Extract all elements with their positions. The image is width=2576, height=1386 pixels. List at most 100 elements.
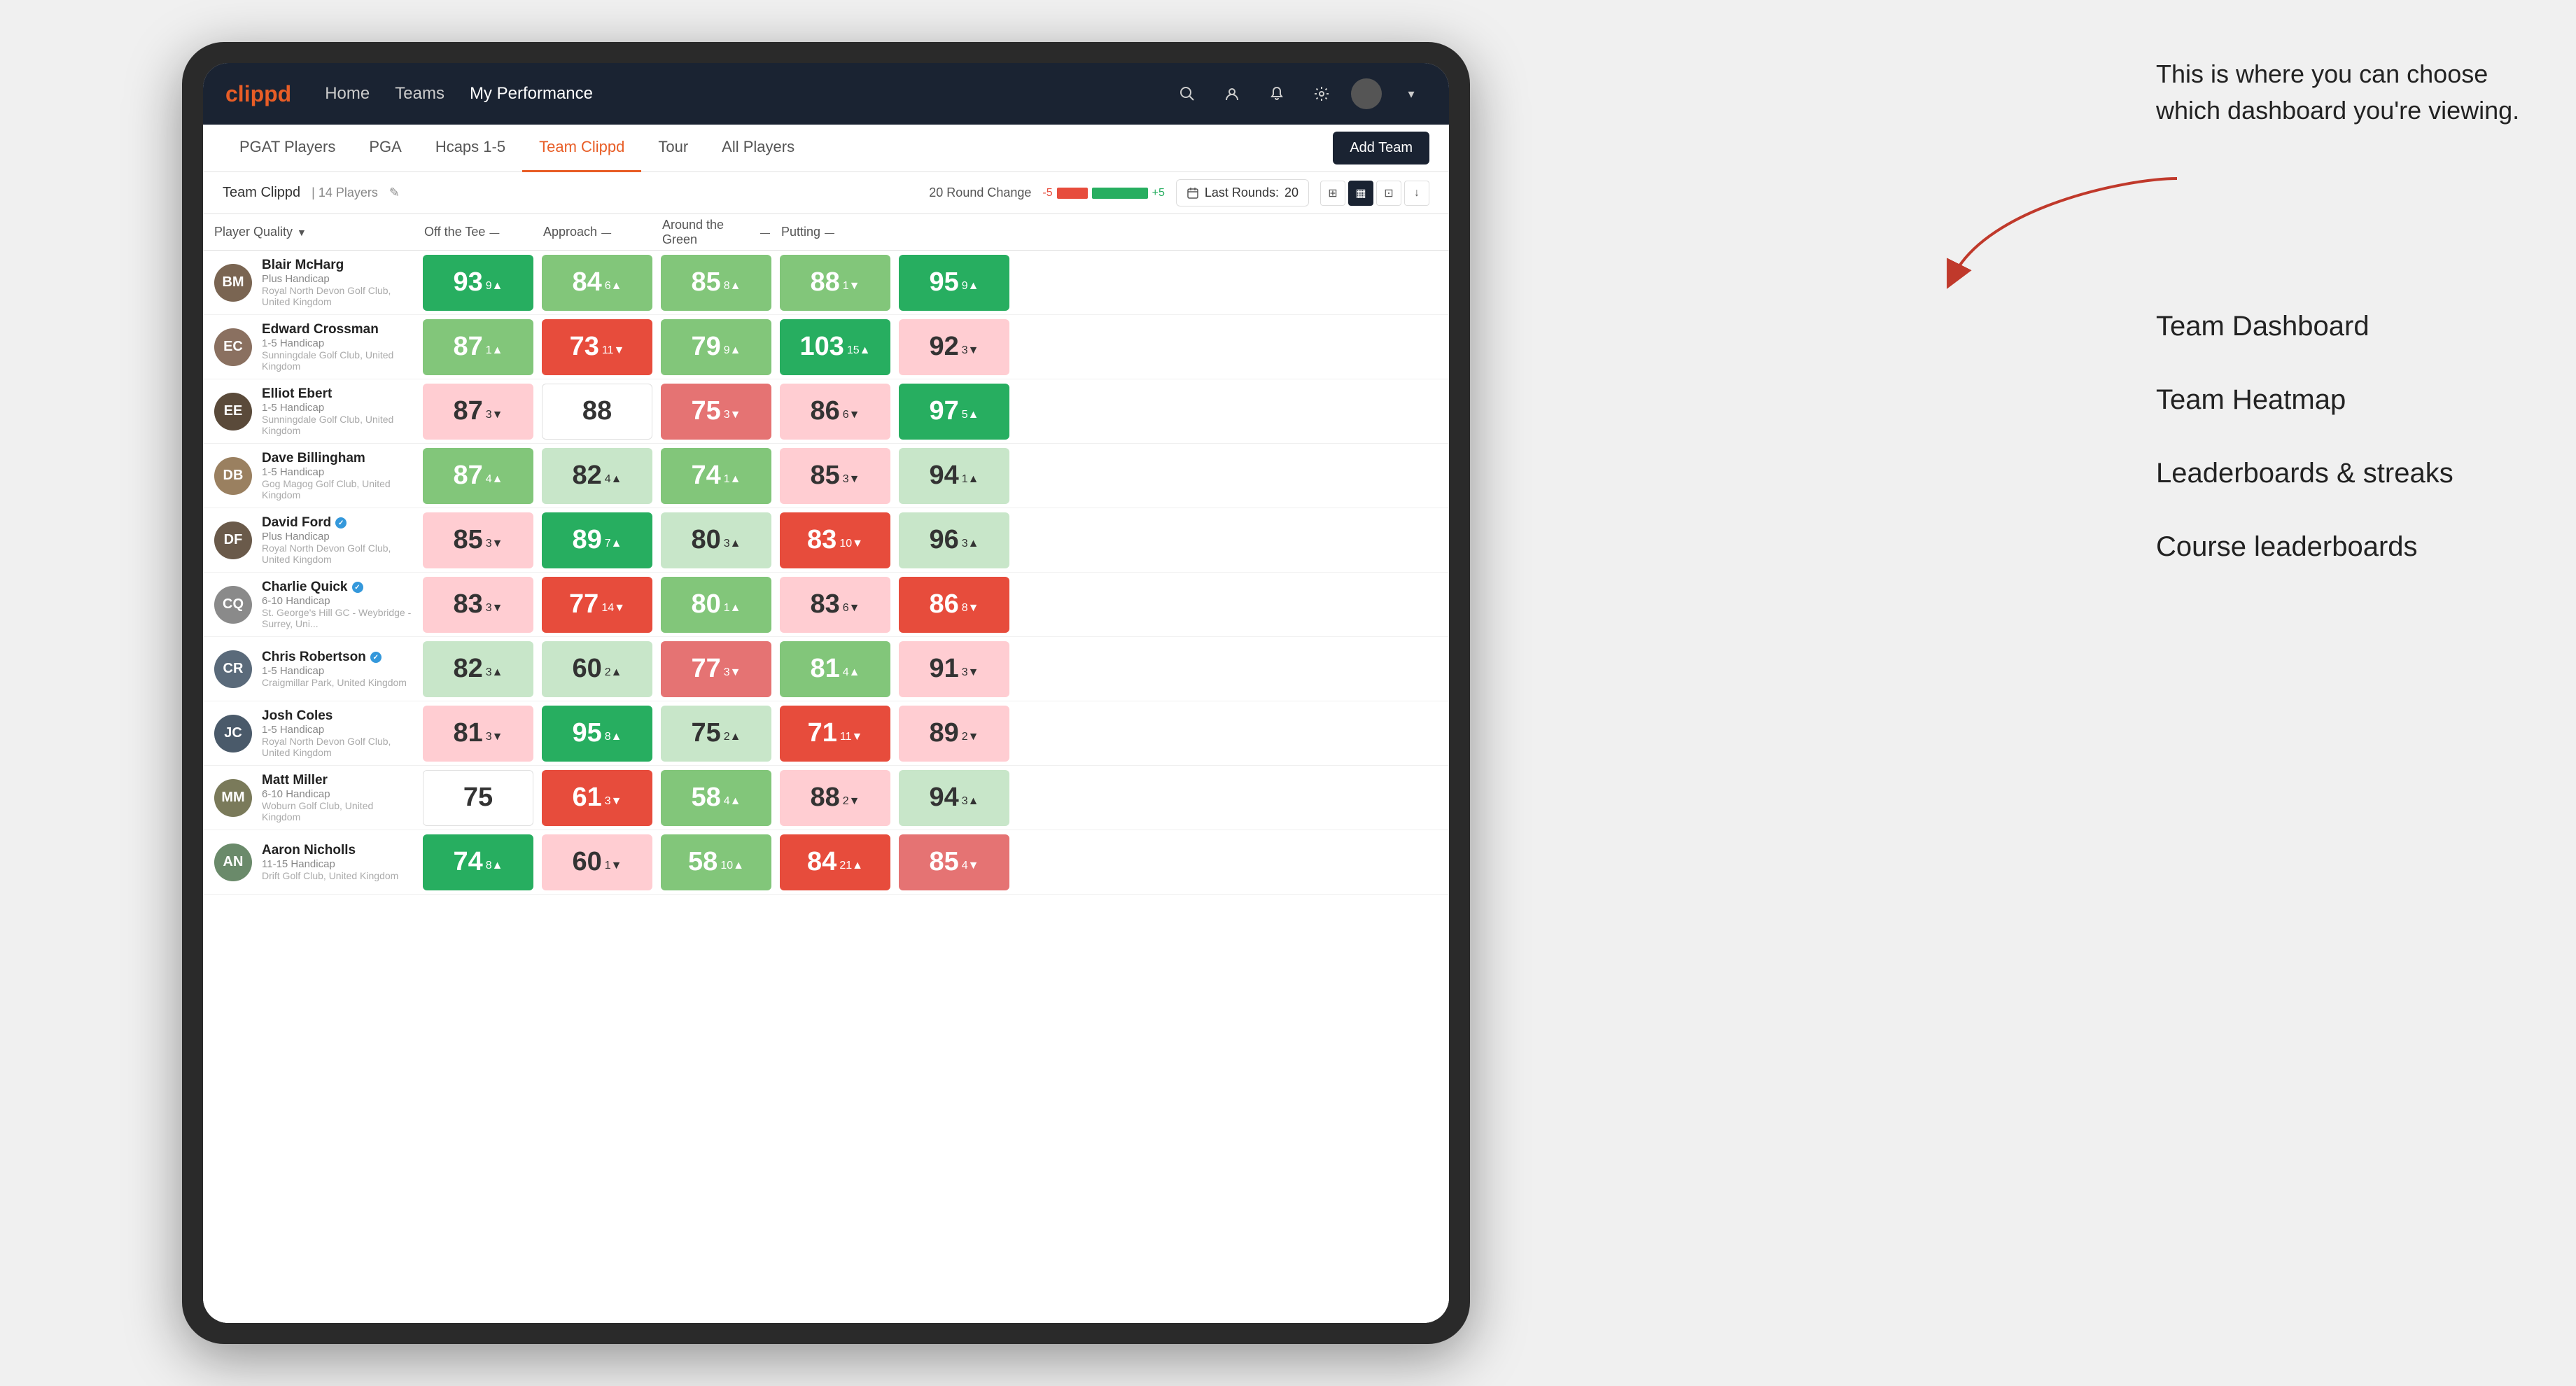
- table-row: ANAaron Nicholls11-15 HandicapDrift Golf…: [203, 830, 1449, 895]
- player-name: David Ford✓: [262, 515, 413, 531]
- col-sort-arrow-putting[interactable]: —: [825, 227, 834, 238]
- view-heatmap-icon[interactable]: ⊡: [1376, 181, 1401, 206]
- col-sort-arrow-around[interactable]: —: [760, 227, 770, 238]
- score-change: 3▲: [486, 666, 503, 679]
- menu-options: Team Dashboard Team Heatmap Leaderboards…: [2156, 311, 2534, 563]
- add-team-button[interactable]: Add Team: [1333, 132, 1429, 164]
- tab-tour[interactable]: Tour: [641, 125, 705, 172]
- user-avatar[interactable]: [1351, 78, 1382, 109]
- verified-badge: ✓: [370, 652, 382, 663]
- player-cell[interactable]: MMMatt Miller6-10 HandicapWoburn Golf Cl…: [209, 773, 419, 822]
- table-row: CQCharlie Quick✓6-10 HandicapSt. George'…: [203, 573, 1449, 637]
- player-cell[interactable]: JCJosh Coles1-5 HandicapRoyal North Devo…: [209, 708, 419, 758]
- player-cell[interactable]: DFDavid Ford✓Plus HandicapRoyal North De…: [209, 515, 419, 565]
- score-value: 58: [688, 847, 718, 877]
- score-change: 3▼: [605, 795, 622, 808]
- score-cell: 824▲: [542, 448, 652, 504]
- player-cell[interactable]: ECEdward Crossman1-5 HandicapSunningdale…: [209, 322, 419, 372]
- score-cell: 88: [542, 384, 652, 440]
- player-cell[interactable]: DBDave Billingham1-5 HandicapGog Magog G…: [209, 451, 419, 500]
- score-value: 92: [929, 332, 958, 362]
- tab-hcaps[interactable]: Hcaps 1-5: [419, 125, 522, 172]
- player-handicap: Plus Handicap: [262, 273, 413, 285]
- view-grid-icon[interactable]: ⊞: [1320, 181, 1345, 206]
- score-value: 73: [570, 332, 599, 362]
- score-value: 79: [691, 332, 720, 362]
- score-value: 86: [929, 589, 958, 620]
- table-row: MMMatt Miller6-10 HandicapWoburn Golf Cl…: [203, 766, 1449, 830]
- player-club: Royal North Devon Golf Club, United King…: [262, 736, 413, 758]
- score-cell: 86 8▼: [899, 577, 1009, 633]
- score-cell: 86 6▼: [780, 384, 890, 440]
- team-count: | 14 Players: [312, 186, 378, 200]
- score-value: 84: [807, 847, 836, 877]
- score-cell: 814▲: [780, 641, 890, 697]
- col-sort-arrow[interactable]: ▼: [297, 227, 307, 238]
- score-change: 3▼: [486, 409, 503, 421]
- right-panel: This is where you can choose which dashb…: [2156, 56, 2534, 605]
- bar-red: [1057, 188, 1088, 199]
- player-avatar: BM: [214, 264, 252, 302]
- score-cell: 871▲: [423, 319, 533, 375]
- table-area: Player Quality ▼ Off the Tee — Approach …: [203, 214, 1449, 1323]
- score-change: 8▼: [962, 602, 979, 615]
- user-icon[interactable]: [1217, 78, 1247, 109]
- score-value: 83: [453, 589, 482, 620]
- score-change: 1▲: [724, 473, 741, 486]
- col-header-approach: Approach —: [538, 225, 657, 239]
- player-cell[interactable]: EEElliot Ebert1-5 HandicapSunningdale Go…: [209, 386, 419, 436]
- tab-all-players[interactable]: All Players: [705, 125, 811, 172]
- score-change: 10▼: [839, 538, 863, 550]
- score-cell: 963▲: [899, 512, 1009, 568]
- score-value: 81: [453, 718, 482, 748]
- col-sort-arrow-tee[interactable]: —: [489, 227, 499, 238]
- col-sort-arrow-approach[interactable]: —: [601, 227, 611, 238]
- score-value: 77: [569, 589, 598, 620]
- score-cell: 854▼: [899, 834, 1009, 890]
- nav-link-performance[interactable]: My Performance: [470, 81, 593, 106]
- last-rounds-label: Last Rounds:: [1205, 186, 1279, 200]
- last-rounds-button[interactable]: Last Rounds: 20: [1176, 179, 1309, 206]
- bell-icon[interactable]: [1261, 78, 1292, 109]
- player-name: Matt Miller: [262, 773, 413, 788]
- table-row: DFDavid Ford✓Plus HandicapRoyal North De…: [203, 508, 1449, 573]
- player-cell[interactable]: CQCharlie Quick✓6-10 HandicapSt. George'…: [209, 580, 419, 629]
- menu-option-leaderboards: Leaderboards & streaks: [2156, 458, 2534, 489]
- score-value: 84: [572, 267, 601, 298]
- player-cell[interactable]: BMBlair McHargPlus HandicapRoyal North D…: [209, 258, 419, 307]
- view-list-icon[interactable]: ▦: [1348, 181, 1373, 206]
- player-cell[interactable]: CRChris Robertson✓1-5 HandicapCraigmilla…: [209, 650, 419, 688]
- score-value: 87: [453, 461, 482, 491]
- nav-link-teams[interactable]: Teams: [395, 81, 444, 106]
- tab-pga[interactable]: PGA: [352, 125, 418, 172]
- player-cell[interactable]: ANAaron Nicholls11-15 HandicapDrift Golf…: [209, 843, 419, 881]
- player-avatar: EE: [214, 393, 252, 430]
- score-value: 82: [572, 461, 601, 491]
- score-value: 80: [691, 589, 720, 620]
- score-value: 58: [691, 783, 720, 813]
- score-cell: 58 4▲: [661, 770, 771, 826]
- search-icon[interactable]: [1172, 78, 1203, 109]
- score-value: 86: [810, 396, 839, 426]
- score-value: 75: [691, 718, 720, 748]
- tab-team-clippd[interactable]: Team Clippd: [522, 125, 641, 172]
- nav-logo: clippd: [225, 81, 291, 107]
- score-value: 94: [929, 783, 958, 813]
- view-download-icon[interactable]: ↓: [1404, 181, 1429, 206]
- tab-pgat-players[interactable]: PGAT Players: [223, 125, 352, 172]
- player-club: Royal North Devon Golf Club, United King…: [262, 542, 413, 565]
- score-change: 8▲: [724, 280, 741, 293]
- score-change: 4▲: [724, 795, 741, 808]
- sub-nav: PGAT Players PGA Hcaps 1-5 Team Clippd T…: [203, 125, 1449, 172]
- nav-link-home[interactable]: Home: [325, 81, 370, 106]
- chevron-down-icon[interactable]: ▾: [1396, 78, 1427, 109]
- score-change: 3▼: [724, 666, 741, 679]
- score-change: 6▼: [843, 409, 860, 421]
- col-header-player: Player Quality ▼: [209, 225, 419, 239]
- table-row: ECEdward Crossman1-5 HandicapSunningdale…: [203, 315, 1449, 379]
- edit-icon[interactable]: ✎: [389, 186, 400, 200]
- player-avatar: DB: [214, 457, 252, 495]
- player-avatar: CR: [214, 650, 252, 688]
- col-header-around: Around the Green —: [657, 218, 776, 247]
- settings-icon[interactable]: [1306, 78, 1337, 109]
